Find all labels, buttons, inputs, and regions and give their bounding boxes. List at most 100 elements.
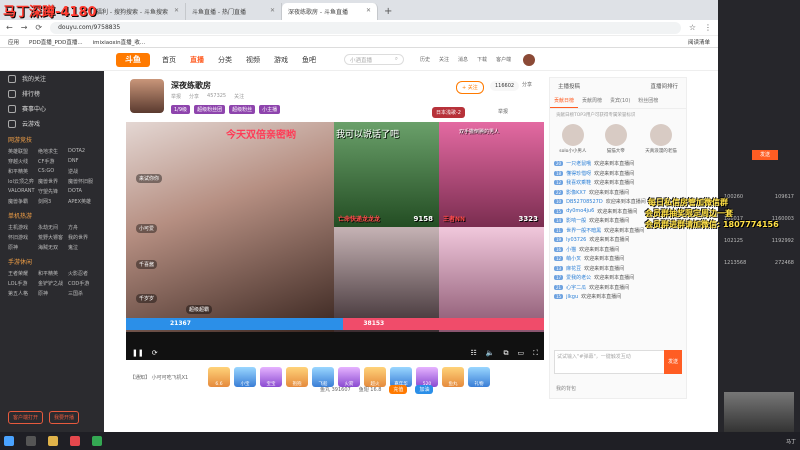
gift-item[interactable]: 鱼丸 <box>442 367 464 387</box>
close-icon[interactable]: ✕ <box>174 7 179 16</box>
client-open-button[interactable]: 客户端打开 <box>8 411 44 424</box>
wide-screen-icon[interactable]: ▭ <box>517 349 524 358</box>
folder-icon[interactable] <box>48 436 58 446</box>
chat-username[interactable]: 影像KX7 <box>566 189 586 196</box>
browser-tab-2[interactable]: 斗鱼直播 - 热门直播 ✕ <box>186 3 282 20</box>
nav-home[interactable]: 首页 <box>162 55 176 65</box>
sidebar-game[interactable]: 原神 <box>38 290 66 297</box>
pause-icon[interactable]: ❚❚ <box>132 349 144 357</box>
sidebar-game[interactable]: 方舟 <box>68 224 96 231</box>
search-icon[interactable] <box>26 436 36 446</box>
background-send-button[interactable]: 发送 <box>752 150 778 160</box>
sidebar-game[interactable]: 魔兽争霸 <box>8 198 36 205</box>
chat-username[interactable]: ly03726 <box>566 237 586 243</box>
chat-username[interactable]: jlkgu <box>566 294 578 300</box>
anchor-submission-link[interactable]: 主播投稿 <box>558 82 580 90</box>
bookmark-imixiaoxin[interactable]: imixiaoxin直播_收... <box>93 38 146 46</box>
gift-item[interactable]: 6.6 <box>208 367 230 387</box>
room-tag[interactable]: 1/9级 <box>171 105 191 114</box>
gift-item[interactable]: 抱抱 <box>286 367 308 387</box>
browser-tab-1[interactable]: 福利 - 搜狗搜索 - 斗鱼搜索 ✕ <box>90 3 186 20</box>
tab-vip[interactable]: 贵宾(10) <box>606 94 634 108</box>
nav-live[interactable]: 直播 <box>190 55 204 65</box>
bookmark-pdd[interactable]: PDD直播_PDD直播... <box>29 38 83 46</box>
room-tag[interactable]: 超级粉丝团 <box>194 105 226 114</box>
chat-username[interactable]: 爱我的老公 <box>566 274 591 281</box>
douyu-logo[interactable]: 斗鱼 <box>116 52 150 67</box>
volume-icon[interactable]: 🔈 <box>486 349 495 358</box>
nav-game[interactable]: 游戏 <box>274 55 288 65</box>
sidebar-game[interactable]: CS:GO <box>38 168 66 175</box>
sidebar-game[interactable]: 海贼无双 <box>38 244 66 251</box>
nav-category[interactable]: 分类 <box>218 55 232 65</box>
chat-input[interactable]: 试试输入"#弹幕"，一键触发互动 <box>554 350 666 374</box>
gift-item[interactable]: 飞船 <box>312 367 334 387</box>
client-icon[interactable]: 客户端 <box>496 56 511 63</box>
sidebar-game[interactable]: DNF <box>68 158 96 165</box>
start-stream-button[interactable]: 我要开播 <box>49 411 80 424</box>
chat-username[interactable]: 一只老鼠哦 <box>566 160 591 167</box>
gift-item[interactable]: 520 <box>416 367 438 387</box>
sidebar-game[interactable]: 剑网3 <box>38 198 66 205</box>
back-arrow-icon[interactable]: ← <box>6 23 13 32</box>
browser-tab-3[interactable]: 深夜练歌房 - 斗鱼直播 ✕ <box>282 3 378 20</box>
sidebar-item-cloudgame[interactable]: 云游戏 <box>0 116 104 131</box>
sidebar-game[interactable]: 鬼泣 <box>68 244 96 251</box>
sidebar-section-esports[interactable]: 网游竞技 <box>0 131 104 146</box>
follow-button[interactable]: + 关注 <box>456 81 484 94</box>
gift-item[interactable]: 火箭 <box>338 367 360 387</box>
sidebar-game[interactable]: 火影忍者 <box>68 270 96 277</box>
menu-icon[interactable]: ⋮ <box>704 23 712 32</box>
gift-item[interactable]: 小宝 <box>234 367 256 387</box>
chat-username[interactable]: 小猫 <box>566 246 576 253</box>
tab-weekly-rank[interactable]: 贡献周榜 <box>578 94 606 108</box>
fuel-button[interactable]: 加油 <box>415 385 434 394</box>
forward-arrow-icon[interactable]: → <box>21 23 28 32</box>
video-player[interactable]: 亡命快递龙龙龙 9158 双手撒倒腾的男人 王者NN 3323 今天双倍亲密哟 … <box>126 122 544 360</box>
search-icon[interactable]: ⌕ <box>395 56 398 63</box>
bookmark-apps[interactable]: 应用 <box>8 38 19 46</box>
danmaku-icon[interactable]: ☷ <box>470 349 476 358</box>
reading-list[interactable]: 阅读清单 <box>688 38 710 46</box>
follow-icon[interactable]: 关注 <box>439 56 449 63</box>
tab-daily-rank[interactable]: 贡献日榜 <box>550 94 579 108</box>
refresh-icon[interactable]: ⟳ <box>152 349 158 357</box>
sidebar-game[interactable]: 魔兽世界 <box>38 178 66 185</box>
chrome-icon[interactable] <box>92 436 102 446</box>
sidebar-game[interactable]: 三国杀 <box>68 290 96 297</box>
sidebar-game[interactable]: lol云顶之弈 <box>8 178 36 185</box>
user-avatar[interactable] <box>523 53 536 66</box>
chat-username[interactable]: dy0mo4ju6 <box>566 208 594 214</box>
sidebar-game[interactable]: 英雄联盟 <box>8 148 36 155</box>
close-icon[interactable]: ✕ <box>366 7 371 16</box>
chat-username[interactable]: 懂得珍惜呀 <box>566 170 591 177</box>
chat-username[interactable]: 萌小叉 <box>566 255 581 262</box>
sidebar-item-events[interactable]: 赛事中心 <box>0 101 104 116</box>
chat-username[interactable]: DB52708527D <box>566 199 603 205</box>
gift-item[interactable]: 超火 <box>364 367 386 387</box>
fans-count-button[interactable]: 116602 <box>490 81 520 91</box>
chat-username[interactable]: 麻花豆 <box>566 265 581 272</box>
sidebar-game[interactable]: VALORANT <box>8 188 36 195</box>
sidebar-game[interactable]: DOTA <box>68 188 96 195</box>
fullscreen-icon[interactable]: ⛶ <box>533 349 538 358</box>
sidebar-item-follow[interactable]: 我的关注 <box>0 71 104 86</box>
sidebar-game[interactable]: APEX英雄 <box>68 198 96 205</box>
close-icon[interactable]: ✕ <box>270 7 275 16</box>
sidebar-game[interactable]: 魔兽怀旧服 <box>68 178 96 185</box>
tab-fans-rank[interactable]: 粉丝团榜 <box>634 94 662 108</box>
gift-item[interactable]: 宝宝 <box>260 367 282 387</box>
rank-user-2[interactable]: 猫猫大帝 <box>604 124 627 154</box>
windows-start-icon[interactable] <box>4 436 14 446</box>
sidebar-game[interactable]: 第五人格 <box>8 290 36 297</box>
sidebar-game[interactable]: 王者荣耀 <box>8 270 36 277</box>
sidebar-section-single[interactable]: 单机热游 <box>0 207 104 222</box>
gift-item[interactable]: 礼物 <box>468 367 490 387</box>
chat-username[interactable]: 世界一般不暗黑 <box>566 227 601 234</box>
sidebar-game[interactable]: 逆战 <box>68 168 96 175</box>
sidebar-game[interactable]: 怀旧游戏 <box>8 234 36 241</box>
download-icon[interactable]: 下载 <box>477 56 487 63</box>
rank-user-1[interactable]: solo小小男人 <box>559 124 586 154</box>
sidebar-game[interactable]: 永劫无间 <box>38 224 66 231</box>
room-tag[interactable]: 超级粉丝 <box>229 105 256 114</box>
